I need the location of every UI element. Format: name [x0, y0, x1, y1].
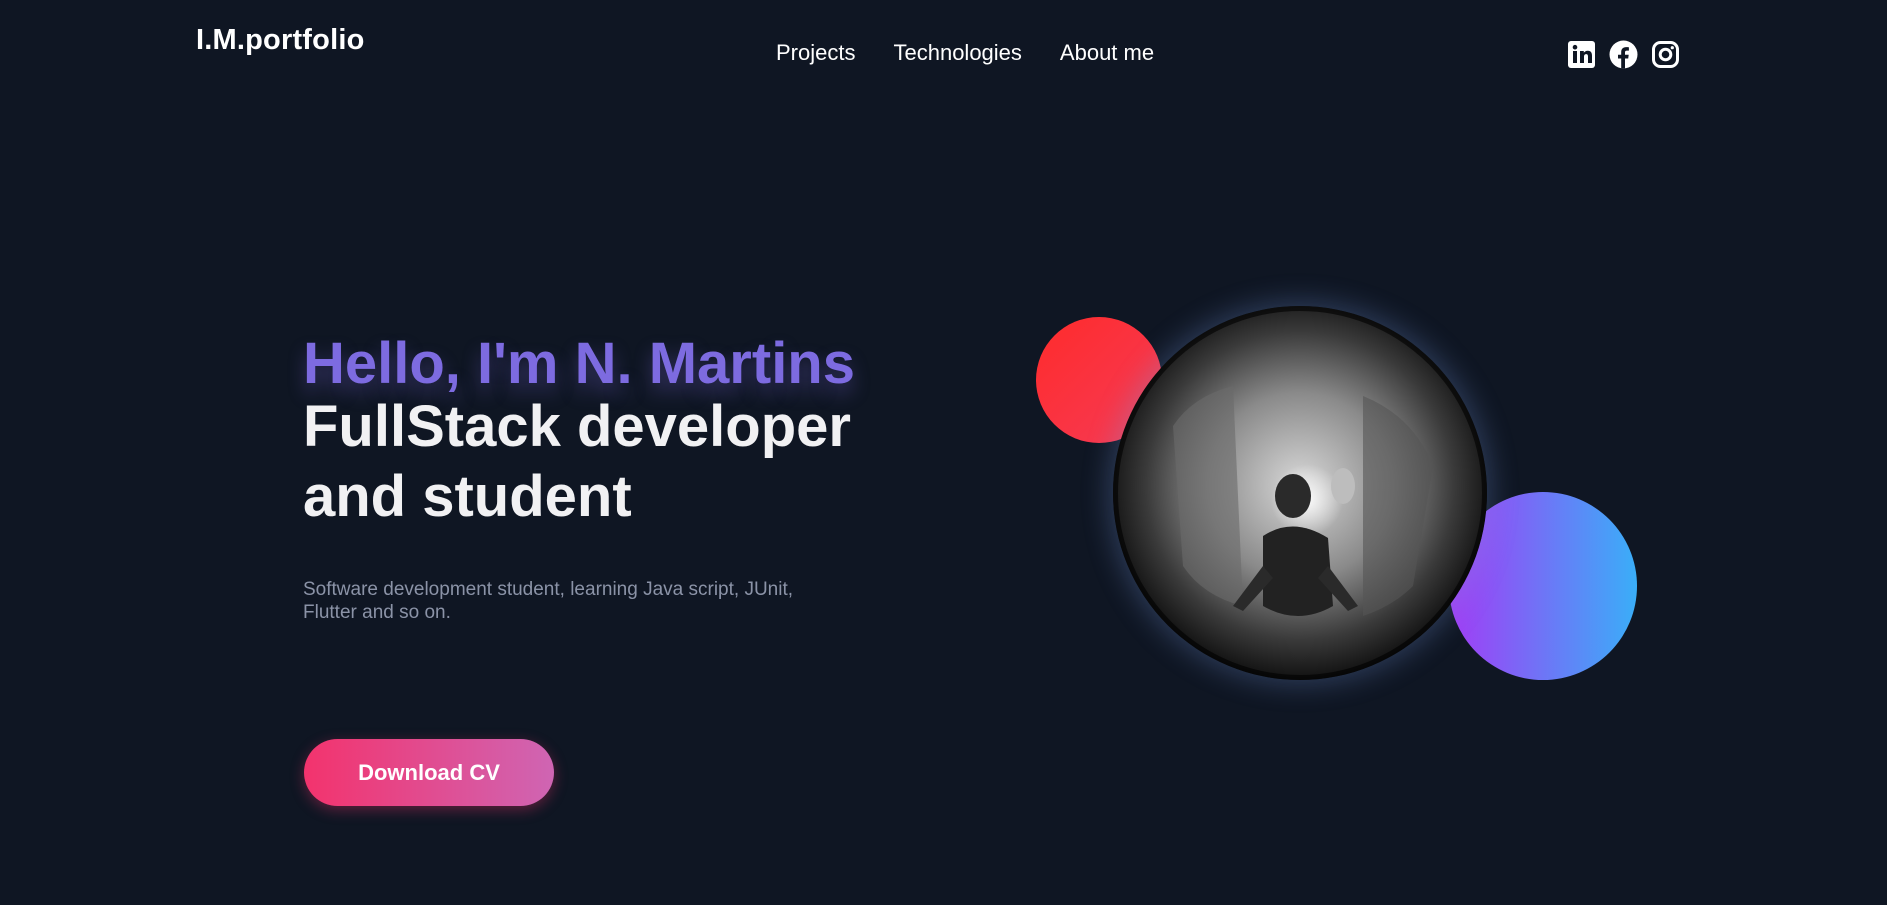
social-links — [1567, 40, 1680, 69]
hero-description: Software development student, learning J… — [303, 579, 794, 623]
profile-photo — [1113, 306, 1487, 680]
linkedin-icon[interactable] — [1567, 40, 1596, 69]
hero-headline: FullStack developer and student — [303, 394, 851, 529]
hero-greeting: Hello, I'm N. Martins — [303, 331, 855, 396]
nav-link-technologies[interactable]: Technologies — [893, 40, 1021, 66]
main-nav: Projects Technologies About me — [776, 40, 1154, 66]
portfolio-page: I.M.portfolio Projects Technologies Abou… — [0, 0, 1887, 905]
nav-link-about-me[interactable]: About me — [1060, 40, 1154, 66]
instagram-icon[interactable] — [1651, 40, 1680, 69]
facebook-icon[interactable] — [1609, 40, 1638, 69]
site-logo[interactable]: I.M.portfolio — [196, 24, 365, 57]
nav-link-projects[interactable]: Projects — [776, 40, 855, 66]
download-cv-button[interactable]: Download CV — [304, 739, 554, 806]
